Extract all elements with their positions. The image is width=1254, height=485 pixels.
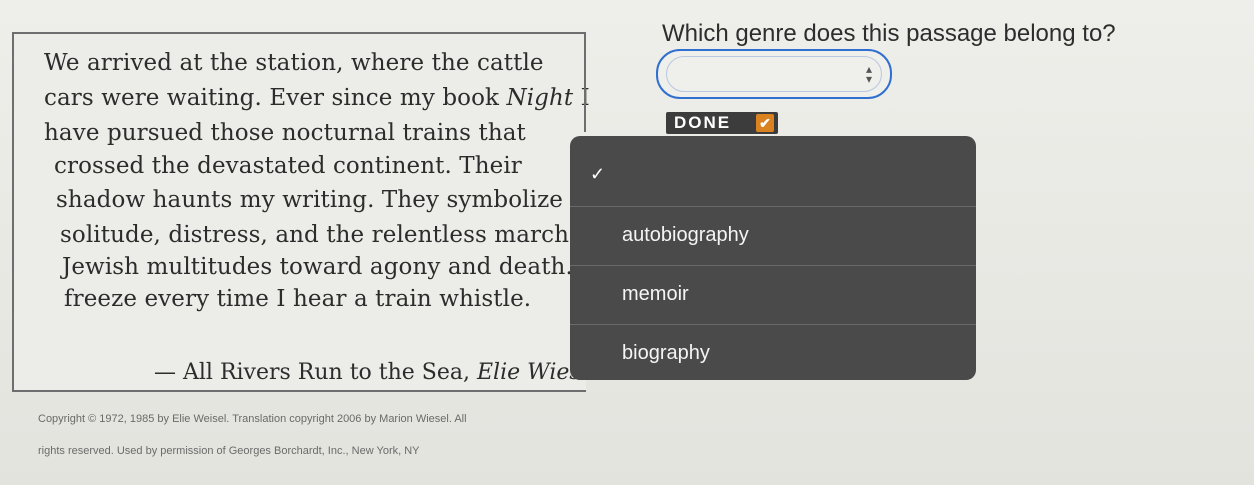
passage-line-7: Jewish multitudes toward agony and death… <box>62 254 573 280</box>
selected-check-icon: ✓ <box>590 164 606 184</box>
copyright-line-2: rights reserved. Used by permission of G… <box>38 445 420 457</box>
dropdown-option-biography[interactable]: biography <box>570 324 976 382</box>
chevron-up-down-icon: ▴ ▾ <box>865 62 872 86</box>
passage-line-4: crossed the devastated continent. Their <box>54 153 522 179</box>
done-button[interactable]: DONE ✔ <box>666 112 778 134</box>
passage-line-5: shadow haunts my writing. They symbolize <box>56 187 564 213</box>
passage-box: We arrived at the station, where the cat… <box>12 32 590 392</box>
dropdown-option-blank[interactable]: ✓ <box>570 148 976 206</box>
passage-line-2: cars were waiting. Ever since my book Ni… <box>44 85 590 111</box>
genre-select-value <box>666 56 882 92</box>
genre-select[interactable]: ▴ ▾ <box>656 49 892 99</box>
passage-line-6: solitude, distress, and the relentless m… <box>60 222 591 248</box>
passage-attribution: — All Rivers Run to the Sea, Elie Wies <box>154 360 581 385</box>
done-button-label: DONE <box>674 113 732 132</box>
passage-line-8: freeze every time I hear a train whistle… <box>64 286 532 312</box>
dropdown-option-autobiography[interactable]: autobiography <box>570 206 976 264</box>
dropdown-option-memoir[interactable]: memoir <box>570 265 976 323</box>
genre-dropdown-menu: ✓ autobiography memoir biography <box>570 136 976 380</box>
checkmark-icon: ✔ <box>756 114 774 132</box>
dropdown-option-label: biography <box>622 342 710 364</box>
dropdown-option-label: memoir <box>622 283 689 305</box>
question-text: Which genre does this passage belong to? <box>662 20 1116 47</box>
copyright-line-1: Copyright © 1972, 1985 by Elie Weisel. T… <box>38 413 467 425</box>
passage-line-1: We arrived at the station, where the cat… <box>44 50 544 76</box>
passage-line-3: have pursued those nocturnal trains that <box>44 120 526 146</box>
dropdown-option-label: autobiography <box>622 224 749 246</box>
